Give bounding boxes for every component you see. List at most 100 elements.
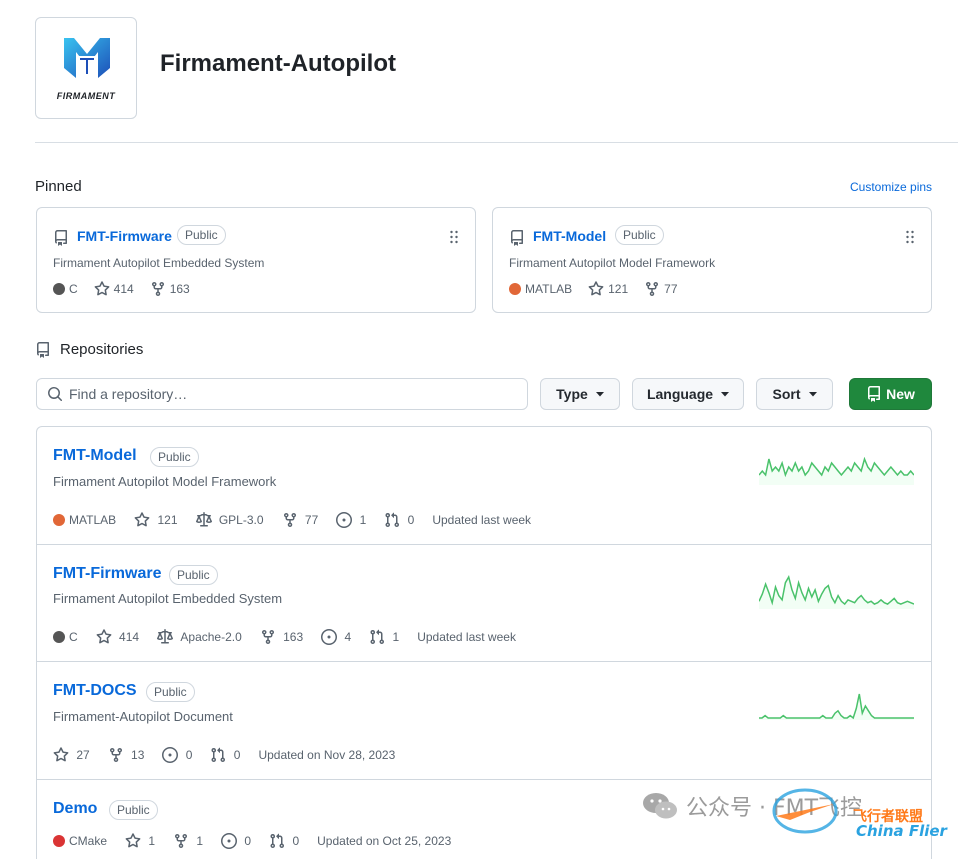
pinned-title: Pinned (35, 178, 82, 195)
repo-name-link[interactable]: FMT-DOCS (53, 682, 137, 700)
visibility-badge: Public (150, 447, 199, 467)
stars-link[interactable]: 1 (125, 833, 155, 849)
sparkline-line (759, 575, 914, 606)
license: Apache-2.0 (157, 629, 242, 645)
repo-search-input[interactable] (69, 386, 499, 402)
law-icon (195, 512, 212, 527)
issue-opened-icon (162, 747, 179, 763)
forks-link[interactable]: 163 (260, 629, 303, 645)
stars-link[interactable]: 414 (94, 281, 134, 297)
drag-handle-icon[interactable] (449, 230, 459, 244)
activity-sparkline (759, 575, 914, 609)
sort-label: Sort (772, 386, 801, 402)
flier-logo-icon (772, 788, 838, 834)
list-item: FMT-Model Public Firmament Autopilot Mod… (37, 427, 931, 545)
repo-description: Firmament Autopilot Model Framework (53, 474, 277, 489)
forks-link[interactable]: 13 (108, 747, 144, 763)
sort-button[interactable]: Sort (756, 378, 833, 410)
firmament-logo-icon (64, 38, 110, 78)
pulls-link[interactable]: 0 (210, 747, 240, 763)
pull-request-icon (270, 833, 285, 849)
stars-link[interactable]: 414 (96, 629, 139, 645)
issues-link[interactable]: 0 (221, 833, 251, 849)
repositories-header: Repositories (35, 341, 143, 358)
issue-opened-icon (321, 629, 338, 645)
visibility-badge: Public (169, 565, 218, 585)
repo-description: Firmament Autopilot Embedded System (53, 591, 283, 606)
issues-link[interactable]: 1 (336, 512, 366, 528)
issues-link[interactable]: 4 (321, 629, 351, 645)
star-icon (125, 833, 141, 848)
repo-name-link[interactable]: Demo (53, 800, 97, 818)
pinned-repo-link[interactable]: FMT-Model (533, 228, 606, 244)
language: CMake (53, 834, 107, 848)
repositories-title: Repositories (60, 341, 144, 358)
language: C (53, 282, 78, 296)
forks-link[interactable]: 77 (644, 281, 678, 297)
repo-icon (868, 386, 881, 402)
visibility-badge: Public (146, 682, 195, 702)
new-repo-button[interactable]: New (849, 378, 932, 410)
updated-time: Updated on Oct 25, 2023 (317, 834, 452, 848)
stars-link[interactable]: 27 (53, 747, 90, 763)
activity-sparkline (759, 693, 914, 720)
pull-request-icon (370, 629, 385, 645)
pinned-repo-description: Firmament Autopilot Model Framework (509, 256, 716, 270)
fork-icon (151, 282, 164, 297)
caret-down-icon (595, 391, 604, 396)
forks-link[interactable]: 77 (282, 512, 318, 528)
repo-name-link[interactable]: FMT-Firmware (53, 565, 161, 583)
language-filter-button[interactable]: Language (632, 378, 744, 410)
type-filter-label: Type (556, 386, 588, 402)
law-icon (157, 629, 174, 644)
customize-pins-link[interactable]: Customize pins (850, 180, 932, 194)
language-color-dot (53, 631, 65, 643)
caret-down-icon (721, 391, 730, 396)
stars-link[interactable]: 121 (134, 512, 178, 528)
language: MATLAB (53, 513, 116, 527)
caret-down-icon (808, 391, 817, 396)
org-name: Firmament-Autopilot (160, 50, 396, 77)
language: C (53, 630, 78, 644)
repo-icon (55, 230, 67, 246)
pulls-link[interactable]: 0 (269, 833, 299, 849)
search-icon (48, 387, 63, 402)
issue-opened-icon (336, 512, 353, 528)
repo-icon (511, 230, 523, 246)
language-color-dot (53, 514, 65, 526)
pull-request-icon (385, 512, 400, 528)
pinned-card-fmt-firmware: FMT-Firmware Public Firmament Autopilot … (36, 207, 476, 313)
issue-opened-icon (221, 833, 238, 849)
list-item: FMT-DOCS Public Firmament-Autopilot Docu… (37, 662, 931, 780)
visibility-badge: Public (109, 800, 158, 820)
pulls-link[interactable]: 1 (369, 629, 399, 645)
repo-search-box[interactable] (36, 378, 528, 410)
forks-link[interactable]: 163 (150, 281, 190, 297)
fork-icon (109, 748, 122, 763)
issues-link[interactable]: 0 (162, 747, 192, 763)
language-filter-label: Language (646, 386, 714, 402)
pinned-repo-link[interactable]: FMT-Firmware (77, 228, 172, 244)
star-icon (53, 747, 69, 762)
pulls-link[interactable]: 0 (384, 512, 414, 528)
forks-link[interactable]: 1 (173, 833, 203, 849)
license: GPL-3.0 (195, 512, 264, 528)
logo-wordmark: FIRMAMENT (56, 91, 116, 101)
updated-time: Updated last week (417, 630, 516, 644)
fork-icon (283, 513, 296, 528)
star-icon (96, 629, 112, 644)
type-filter-button[interactable]: Type (540, 378, 620, 410)
new-repo-label: New (886, 386, 915, 402)
pinned-card-fmt-model: FMT-Model Public Firmament Autopilot Mod… (492, 207, 932, 313)
language-color-dot (53, 835, 65, 847)
fork-icon (261, 630, 274, 645)
stars-link[interactable]: 121 (588, 281, 628, 297)
fork-icon (646, 282, 659, 297)
drag-handle-icon[interactable] (905, 230, 915, 244)
watermark-brand-en: China Flier (856, 822, 947, 840)
activity-sparkline (759, 457, 914, 485)
repo-name-link[interactable]: FMT-Model (53, 447, 137, 465)
star-icon (94, 281, 110, 296)
visibility-badge: Public (177, 225, 226, 245)
divider (35, 142, 958, 143)
